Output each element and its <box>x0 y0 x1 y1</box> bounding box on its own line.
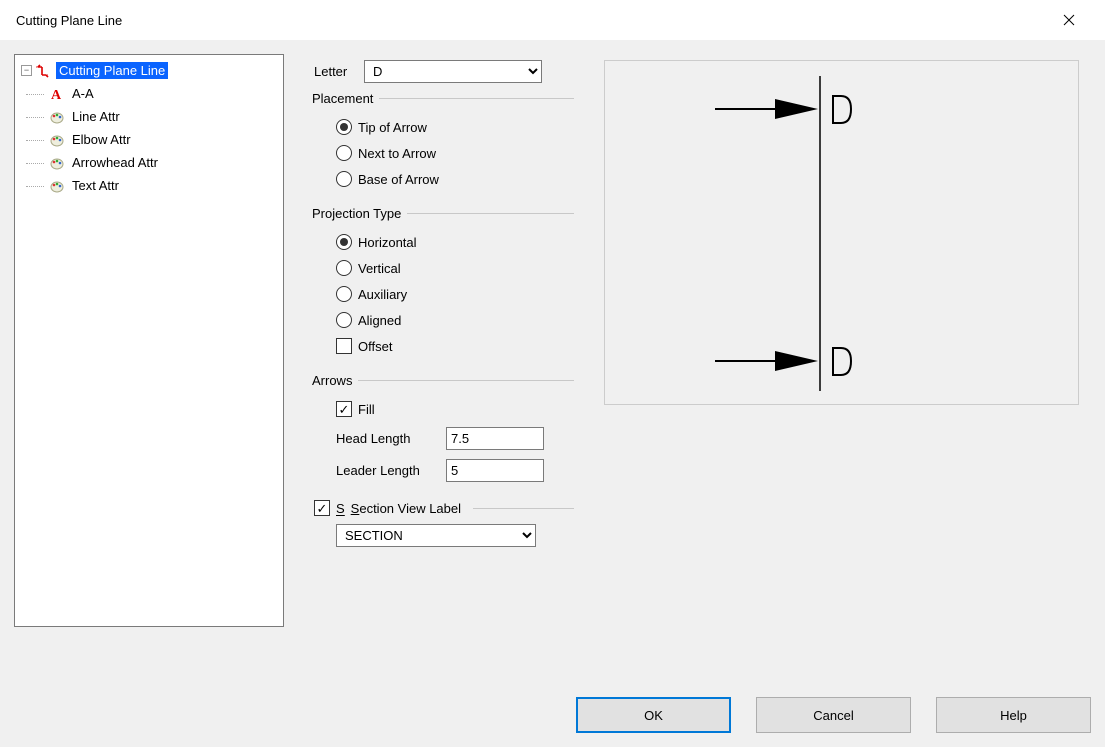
projection-vertical-radio[interactable] <box>336 260 352 276</box>
help-button[interactable]: Help <box>936 697 1091 733</box>
arrows-legend: Arrows <box>312 373 358 388</box>
leader-length-label: Leader Length <box>336 463 446 478</box>
palette-icon <box>49 132 65 148</box>
placement-option-label: Base of Arrow <box>358 172 439 187</box>
preview-pane <box>604 60 1079 405</box>
letter-a-icon: A <box>49 86 65 102</box>
projection-legend: Projection Type <box>312 206 407 221</box>
tree-item-arrowhead-attr[interactable]: Arrowhead Attr <box>21 151 277 174</box>
placement-option-label: Tip of Arrow <box>358 120 427 135</box>
tree-item-elbow-attr[interactable]: Elbow Attr <box>21 128 277 151</box>
projection-auxiliary-radio[interactable] <box>336 286 352 302</box>
palette-icon <box>49 109 65 125</box>
fill-checkbox[interactable] <box>336 401 352 417</box>
placement-option-label: Next to Arrow <box>358 146 436 161</box>
projection-aligned-radio[interactable] <box>336 312 352 328</box>
arrows-group: Arrows Fill Head Length Leader Length <box>314 373 574 490</box>
projection-option-label: Auxiliary <box>358 287 407 302</box>
projection-option-label: Aligned <box>358 313 401 328</box>
projection-horizontal-radio[interactable] <box>336 234 352 250</box>
head-length-label: Head Length <box>336 431 446 446</box>
projection-option-label: Vertical <box>358 261 401 276</box>
cancel-button[interactable]: Cancel <box>756 697 911 733</box>
palette-icon <box>49 155 65 171</box>
nav-tree[interactable]: − Cutting Plane Line A A-A <box>14 54 284 627</box>
offset-label: Offset <box>358 339 392 354</box>
tree-item-label: Text Attr <box>69 177 122 194</box>
tree-item-label: Arrowhead Attr <box>69 154 161 171</box>
section-view-select[interactable]: SECTION <box>336 524 536 547</box>
placement-tip-radio[interactable] <box>336 119 352 135</box>
tree-root-label: Cutting Plane Line <box>56 62 168 79</box>
offset-checkbox[interactable] <box>336 338 352 354</box>
projection-option-label: Horizontal <box>358 235 417 250</box>
leader-length-input[interactable] <box>446 459 544 482</box>
letter-label: Letter <box>314 64 364 79</box>
placement-legend: Placement <box>312 91 379 106</box>
section-view-checkbox[interactable] <box>314 500 330 516</box>
placement-base-radio[interactable] <box>336 171 352 187</box>
tree-item-aa[interactable]: A A-A <box>21 82 277 105</box>
tree-item-label: Elbow Attr <box>69 131 134 148</box>
head-length-input[interactable] <box>446 427 544 450</box>
tree-item-label: A-A <box>69 85 97 102</box>
placement-group: Placement Tip of Arrow Next to Arrow Bas… <box>314 91 574 196</box>
svg-text:A: A <box>51 88 62 102</box>
close-button[interactable] <box>1049 0 1089 40</box>
projection-group: Projection Type Horizontal Vertical Auxi… <box>314 206 574 363</box>
tree-collapse-icon[interactable]: − <box>21 65 32 76</box>
fill-label: Fill <box>358 402 375 417</box>
tree-root[interactable]: − Cutting Plane Line <box>21 59 277 82</box>
letter-select[interactable]: D <box>364 60 542 83</box>
cutting-plane-icon <box>36 63 52 79</box>
dialog-title: Cutting Plane Line <box>16 13 122 28</box>
tree-item-text-attr[interactable]: Text Attr <box>21 174 277 197</box>
section-view-label: Section View Label <box>351 501 461 516</box>
placement-next-radio[interactable] <box>336 145 352 161</box>
ok-button[interactable]: OK <box>576 697 731 733</box>
close-icon <box>1063 14 1075 26</box>
palette-icon <box>49 178 65 194</box>
tree-item-label: Line Attr <box>69 108 123 125</box>
tree-item-line-attr[interactable]: Line Attr <box>21 105 277 128</box>
